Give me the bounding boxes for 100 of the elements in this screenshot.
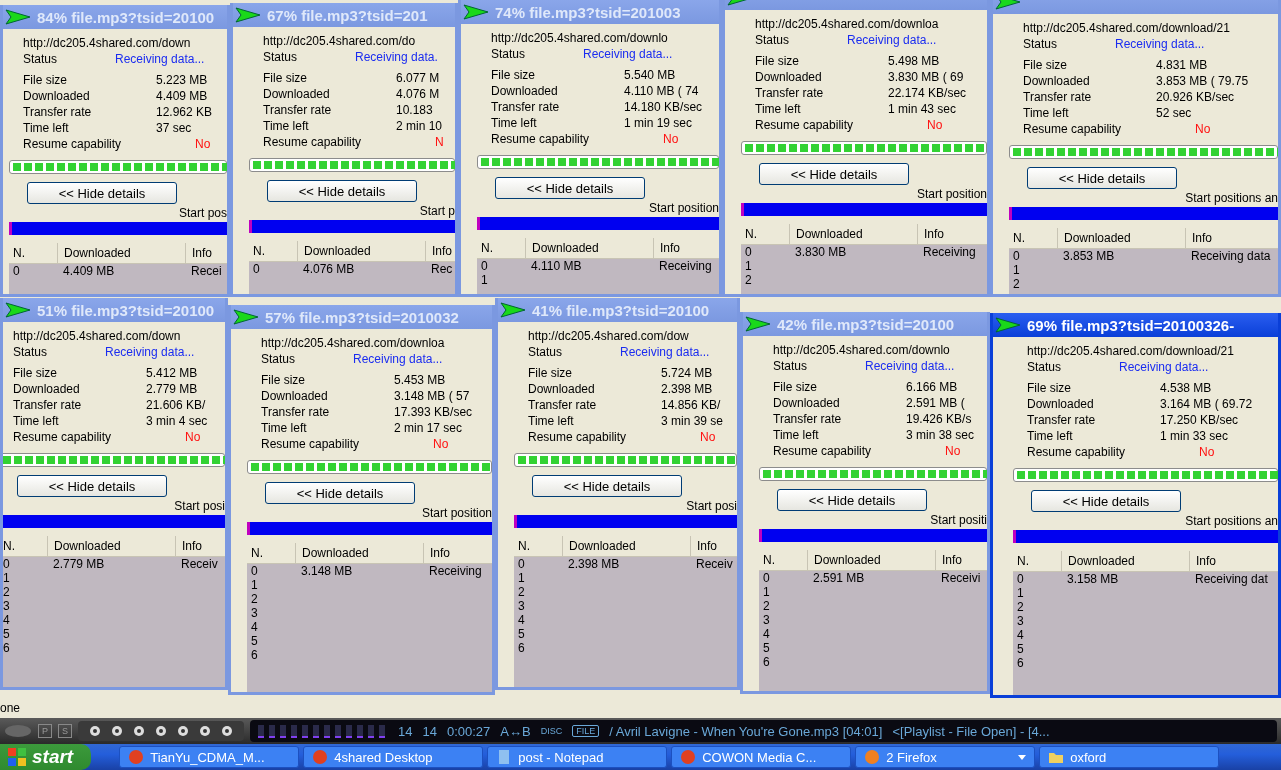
field-value: 5.223 MB <box>156 72 208 88</box>
status-label: Status <box>23 51 59 67</box>
field-value: 3.148 MB ( 57 <box>394 388 470 404</box>
taskbar-button[interactable]: post - Notepad <box>487 746 668 768</box>
connections-caption: Start pos <box>177 205 227 222</box>
column-header[interactable]: Downloaded <box>47 536 175 556</box>
field-value: 52 sec <box>1156 105 1192 121</box>
field-label: Transfer rate <box>773 411 843 427</box>
taskbar-button[interactable]: COWON Media C... <box>671 746 852 768</box>
table-cell-text: 3 <box>3 599 11 613</box>
hide-details-button[interactable]: << Hide details <box>17 475 167 497</box>
hide-details-button[interactable]: << Hide details <box>265 482 415 504</box>
table-cell-text: 3 <box>517 599 526 613</box>
column-header[interactable]: Info <box>935 550 962 570</box>
hide-details-button[interactable]: << Hide details <box>532 475 682 497</box>
field-value: 5.540 MB <box>624 67 676 83</box>
field-label: Transfer rate <box>528 397 598 413</box>
column-header[interactable]: Info <box>1189 551 1216 571</box>
column-header[interactable]: Info <box>1185 228 1212 248</box>
field-value: 14.856 KB/ <box>661 397 721 413</box>
start-button[interactable]: start <box>0 744 92 770</box>
column-header[interactable]: Info <box>185 243 212 263</box>
column-header[interactable]: Info <box>425 241 452 261</box>
column-header[interactable]: N. <box>1013 551 1061 571</box>
table-cell-text: 2 <box>1016 600 1025 614</box>
column-header[interactable]: N. <box>1009 228 1057 248</box>
column-header[interactable]: Downloaded <box>295 543 423 563</box>
column-header[interactable]: N. <box>247 543 295 563</box>
column-header[interactable]: Downloaded <box>807 550 935 570</box>
resume-value: N <box>435 134 444 150</box>
field-label: Downloaded <box>755 69 823 85</box>
download-arrow-icon <box>233 309 259 325</box>
table-cell-text: 2 <box>1012 277 1021 291</box>
column-header[interactable]: Info <box>653 238 680 258</box>
column-header[interactable]: Info <box>423 543 450 563</box>
hide-details-button[interactable]: << Hide details <box>27 182 177 204</box>
column-header[interactable]: N. <box>514 536 562 556</box>
hide-details-button[interactable]: << Hide details <box>267 180 417 202</box>
hide-details-button[interactable]: << Hide details <box>759 163 909 185</box>
column-header[interactable]: Downloaded <box>57 243 185 263</box>
table-cell-text: 5 <box>517 627 526 641</box>
hide-details-button[interactable]: << Hide details <box>1031 490 1181 512</box>
field-label: File size <box>755 53 800 69</box>
column-header[interactable]: N. <box>249 241 297 261</box>
taskbar-button[interactable]: oxford <box>1039 746 1220 768</box>
status-value: Receiving data... <box>115 51 205 67</box>
download-url: http://dc205.4shared.com/downloa <box>755 17 939 31</box>
table-cell-text: Receiving data <box>1190 249 1271 263</box>
column-header[interactable]: Downloaded <box>297 241 425 261</box>
ab-repeat-button[interactable]: A↔B <box>500 723 531 739</box>
field-label: Downloaded <box>491 83 559 99</box>
column-header[interactable]: Info <box>917 224 944 244</box>
taskbar-button[interactable]: 2 Firefox <box>855 746 1036 768</box>
player-mode-button[interactable]: S <box>58 724 72 738</box>
field-value: 14.180 KB/sec <box>624 99 703 115</box>
column-header[interactable]: N. <box>759 550 807 570</box>
status-value: Receiving data... <box>353 351 443 367</box>
field-value: 3.164 MB ( 69.72 <box>1160 396 1253 412</box>
field-label: Transfer rate <box>261 404 331 420</box>
field-label: Time left <box>755 101 802 117</box>
caret-icon <box>1018 754 1027 760</box>
taskbar-button[interactable]: 4shared Desktop <box>303 746 484 768</box>
column-header[interactable]: Downloaded <box>525 238 653 258</box>
download-arrow-icon <box>500 302 526 318</box>
field-label: Time left <box>491 115 538 131</box>
column-header[interactable]: N. <box>9 243 57 263</box>
status-value: Receiving data... <box>1119 359 1209 375</box>
title-bar[interactable]: 69% file.mp3?tsid=20100326- <box>993 313 1278 337</box>
column-header[interactable]: Downloaded <box>562 536 690 556</box>
field-value: 3 min 38 sec <box>906 427 975 443</box>
column-header[interactable]: N. <box>741 224 789 244</box>
table-cell-text: 4 <box>517 613 526 627</box>
column-header[interactable]: Downloaded <box>1057 228 1185 248</box>
field-label: Transfer rate <box>1023 89 1093 105</box>
field-value: 3.830 MB ( 69 <box>888 69 964 85</box>
field-label: Time left <box>1023 105 1070 121</box>
column-header[interactable]: Info <box>175 536 202 556</box>
table-cell-text: Receiving dat <box>1194 572 1268 586</box>
column-header[interactable]: Downloaded <box>1061 551 1189 571</box>
table-cell-text: 6 <box>762 655 771 669</box>
column-header[interactable]: Info <box>690 536 717 556</box>
table-cell-text: 6 <box>3 641 11 655</box>
download-url: http://dc205.4shared.com/dow <box>528 329 689 343</box>
download-arrow-icon <box>5 9 31 25</box>
hide-details-button[interactable]: << Hide details <box>1027 167 1177 189</box>
column-header[interactable]: N. <box>3 536 47 556</box>
field-label: Transfer rate <box>13 397 83 413</box>
field-label: Time left <box>261 420 308 436</box>
table-cell-text: Receivi <box>940 571 981 585</box>
status-label: Status <box>755 32 791 48</box>
column-header[interactable]: Downloaded <box>789 224 917 244</box>
taskbar-button[interactable]: TianYu_CDMA_M... <box>119 746 300 768</box>
resume-value: No <box>927 117 943 133</box>
column-header[interactable]: N. <box>477 238 525 258</box>
hide-details-button[interactable]: << Hide details <box>777 489 927 511</box>
table-cell-text: 0 <box>744 245 753 259</box>
status-label: Status <box>263 49 299 65</box>
app-icon <box>312 749 329 765</box>
connections-caption: Start positi <box>929 512 987 529</box>
hide-details-button[interactable]: << Hide details <box>495 177 645 199</box>
